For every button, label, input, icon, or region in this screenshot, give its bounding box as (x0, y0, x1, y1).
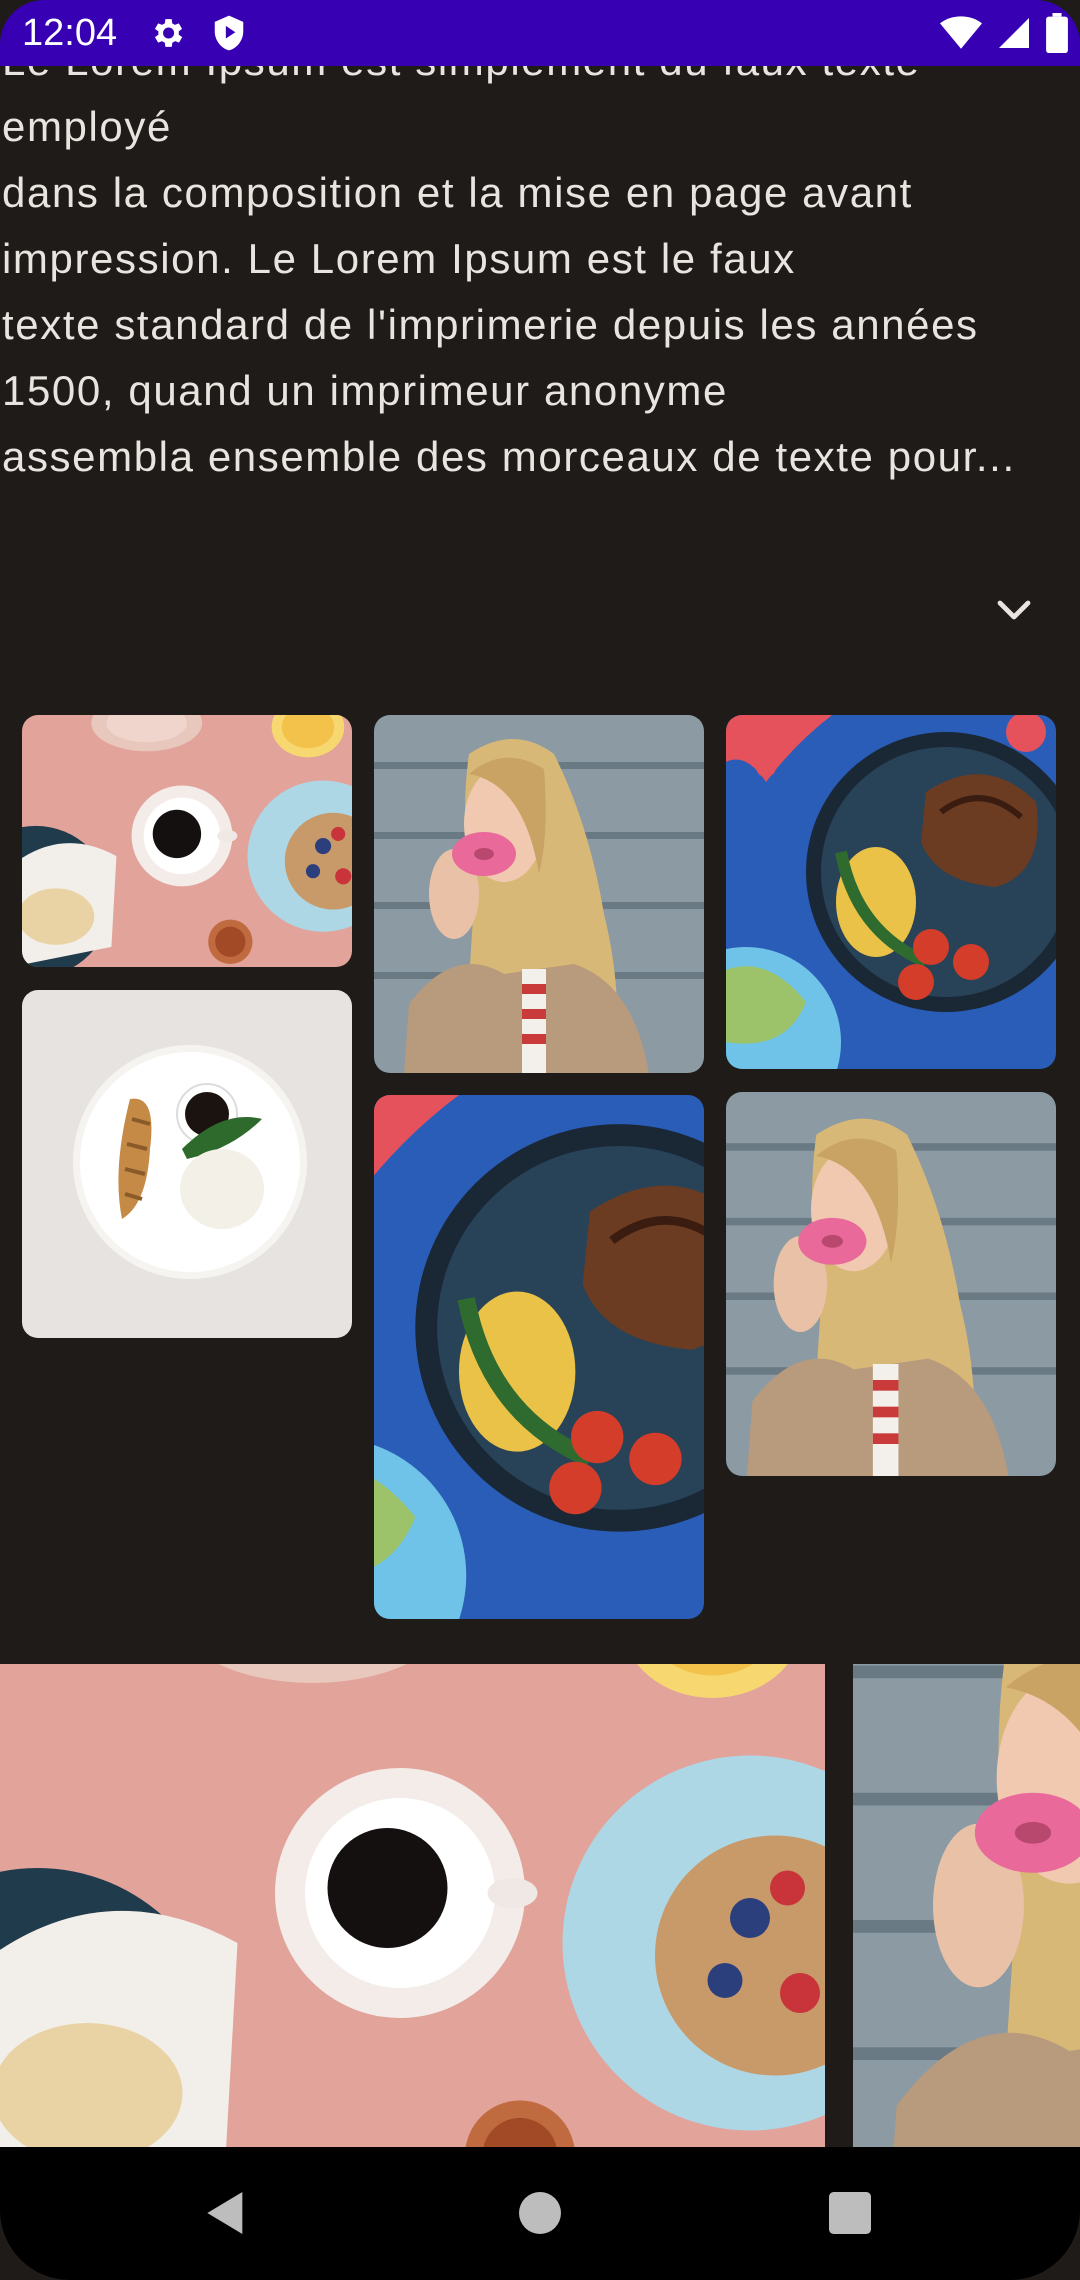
navigation-bar (0, 2147, 1080, 2280)
photo-breakfast-table[interactable] (22, 715, 352, 967)
status-bar: 12:04 (0, 0, 1080, 66)
detail-content[interactable]: Le Lorem Ipsum est simplement du faux te… (0, 66, 1080, 2147)
status-time: 12:04 (22, 12, 118, 54)
wifi-icon (940, 16, 982, 49)
home-icon[interactable] (512, 2185, 568, 2241)
settings-icon (154, 19, 183, 47)
photo-woman-donut[interactable] (374, 715, 704, 1073)
photo-steak-plate[interactable] (726, 715, 1056, 1069)
phone-screen: 12:04 Le Lorem Ipsum est simplement du f… (0, 0, 1080, 2280)
chevron-down-icon[interactable] (990, 586, 1038, 634)
status-right-icons (940, 12, 1068, 54)
cell-signal-icon (999, 18, 1029, 48)
photo-fish-rice-plate[interactable] (22, 990, 352, 1338)
photo-steak-plate-2[interactable] (374, 1095, 704, 1619)
carousel-woman[interactable] (853, 1664, 1080, 2147)
photo-woman-donut-2[interactable] (726, 1092, 1056, 1476)
back-icon[interactable] (198, 2185, 254, 2241)
battery-icon (1046, 13, 1068, 53)
carousel-breakfast[interactable] (0, 1664, 825, 2147)
shield-play-icon (214, 15, 244, 51)
recents-icon[interactable] (822, 2185, 878, 2241)
description-text: Le Lorem Ipsum est simplement du faux te… (2, 66, 1016, 480)
